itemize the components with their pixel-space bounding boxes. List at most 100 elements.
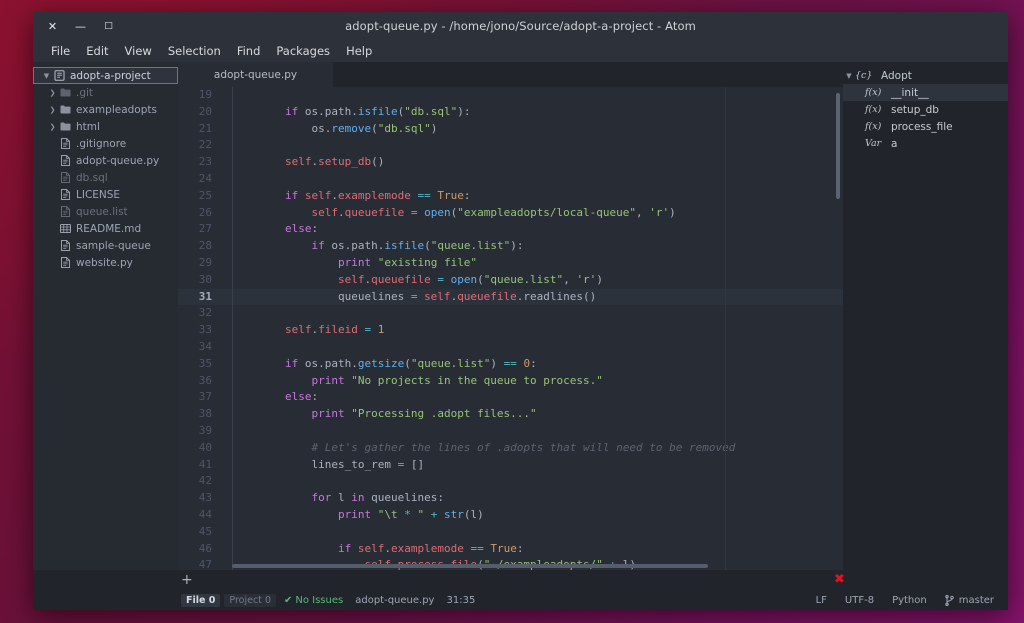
code-text: if os.path.isfile("queue.list"): [222,238,523,255]
code-token: "\t [377,507,405,521]
tree-item-sample-queue[interactable]: sample-queue [33,237,178,254]
code-line[interactable]: 21 os.remove("db.sql") [178,121,843,138]
indent-guide [232,87,233,570]
code-line[interactable]: 22 [178,137,843,154]
status-file-badge[interactable]: File 0 [181,593,221,607]
tree-item-readme-md[interactable]: README.md [33,220,178,237]
code-line[interactable]: 25 if self.examplemode == True: [178,188,843,205]
code-line[interactable]: 36 print "No projects in the queue to pr… [178,373,843,390]
code-token: : [516,541,524,555]
status-filename[interactable]: adopt-queue.py [355,595,434,606]
outline-item-process-file[interactable]: f(x) process_file [843,118,1008,135]
menu-item-packages[interactable]: Packages [268,40,338,62]
chevron-right-icon[interactable]: ❯ [47,89,58,97]
line-number: 39 [198,423,212,437]
code-token: "queue.list" [483,272,564,286]
code-line[interactable]: 43 for l in queuelines: [178,490,843,507]
tree-item-html[interactable]: ❯ html [33,118,178,135]
code-token: "No projects in the queue to process." [351,373,603,387]
code-line[interactable]: 39 [178,423,843,440]
code-line[interactable]: 26 self.queuefile = open("exampleadopts/… [178,205,843,222]
status-issues-text: No Issues [295,594,344,606]
code-line[interactable]: 23 self.setup_db() [178,154,843,171]
tree-item-db-sql[interactable]: db.sql [33,169,178,186]
code-text: if self.examplemode == True: [222,541,523,558]
code-line[interactable]: 31 queuelines = self.queuefile.readlines… [178,288,843,306]
code-line[interactable]: 45 [178,524,843,541]
status-grammar[interactable]: Python [892,595,927,606]
status-git-branch[interactable]: master [945,594,994,606]
add-tab-button[interactable]: + [181,573,193,587]
tree-item-git[interactable]: ❯ .git [33,84,178,101]
menu-item-selection[interactable]: Selection [160,40,229,62]
outline-item-init[interactable]: f(x) __init__ [843,84,1008,101]
horizontal-scrollbar[interactable] [232,564,708,568]
status-project-badge[interactable]: Project 0 [224,593,276,607]
outline-item-a[interactable]: Var a [843,135,1008,152]
code-line[interactable]: 24 [178,171,843,188]
code-line[interactable]: 27 else: [178,221,843,238]
code-line[interactable]: 44 print "\t * " + str(l) [178,507,843,524]
code-token: == [503,356,517,370]
code-line[interactable]: 28 if os.path.isfile("queue.list"): [178,238,843,255]
code-token: queuefile [371,272,431,286]
code-line[interactable]: 33 self.fileid = 1 [178,322,843,339]
code-lines[interactable]: 19 20 if os.path.isfile("db.sql"): 21 os.r… [178,87,843,570]
code-token: "db.sql" [377,121,431,135]
tree-item-queue-list[interactable]: queue.list [33,203,178,220]
menu-item-find[interactable]: Find [229,40,269,62]
wrap-guide [725,87,726,570]
code-line[interactable]: 30 self.queuefile = open("queue.list", '… [178,272,843,289]
line-number: 40 [198,440,212,454]
vertical-scrollbar[interactable] [836,93,840,199]
code-token: l [331,491,352,505]
menu-item-edit[interactable]: Edit [78,40,116,62]
code-token: else [284,390,312,404]
line-number: 35 [198,356,212,370]
tree-item-adopt-queue-py[interactable]: adopt-queue.py [33,152,178,169]
tree-root-adopt-a-project[interactable]: ▼ adopt-a-project [33,67,178,84]
code-line[interactable]: 35 if os.path.getsize("queue.list") == 0… [178,356,843,373]
code-line[interactable]: 19 [178,87,843,104]
code-token: print [311,373,345,387]
outline-panel[interactable]: ▼ {c} Adopt f(x) __init__ f(x) setup_db f(x) pro… [843,62,1008,570]
code-line[interactable]: 42 [178,473,843,490]
code-text: for l in queuelines: [222,490,443,507]
code-text: self.setup_db() [222,154,384,171]
code-line[interactable]: 41 lines_to_rem = [] [178,457,843,474]
code-text: print "No projects in the queue to proce… [222,373,603,390]
status-cursor-position[interactable]: 31:35 [446,595,475,606]
code-line[interactable]: 20 if os.path.isfile("db.sql"): [178,104,843,121]
tree-item-exampleadopts[interactable]: ❯ exampleadopts [33,101,178,118]
chevron-right-icon[interactable]: ❯ [47,106,58,114]
code-line[interactable]: 38 print "Processing .adopt files..." [178,406,843,423]
menu-item-file[interactable]: File [43,40,78,62]
code-line[interactable]: 34 [178,339,843,356]
symbol-type-icon: f(x) [865,87,882,98]
tree-item-gitignore[interactable]: .gitignore [33,135,178,152]
code-token: open [450,272,478,286]
chevron-right-icon[interactable]: ❯ [47,123,58,131]
code-line[interactable]: 46 if self.examplemode == True: [178,541,843,558]
chevron-down-icon[interactable]: ▼ [843,72,855,80]
outline-item-adopt[interactable]: ▼ {c} Adopt [843,67,1008,84]
menu-item-help[interactable]: Help [338,40,380,62]
outline-item-setup-db[interactable]: f(x) setup_db [843,101,1008,118]
code-pane[interactable]: 19 20 if os.path.isfile("db.sql"): 21 os.r… [178,87,843,570]
tree-view-panel[interactable]: ▼ adopt-a-project ❯ .git ❯ exampleadopts ❯ html… [33,62,178,570]
status-encoding[interactable]: UTF-8 [845,595,874,606]
tab-adopt-queue-py[interactable]: adopt-queue.py [178,62,333,87]
status-issues[interactable]: ✔ No Issues [284,595,343,606]
menu-item-view[interactable]: View [117,40,160,62]
chevron-down-icon[interactable]: ▼ [41,72,52,80]
tree-item-license[interactable]: LICENSE [33,186,178,203]
code-line[interactable]: 37 else: [178,389,843,406]
code-line[interactable]: 29 print "existing file" [178,255,843,272]
status-line-ending[interactable]: LF [816,595,827,606]
code-token: # Let's gather the lines of .adopts that… [311,440,736,454]
tree-item-website-py[interactable]: website.py [33,254,178,271]
code-line[interactable]: 32 [178,305,843,322]
code-line[interactable]: 40 # Let's gather the lines of .adopts t… [178,440,843,457]
